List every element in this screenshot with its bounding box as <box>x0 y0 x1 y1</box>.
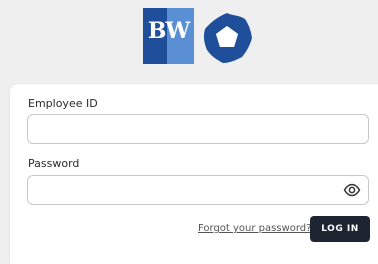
password-label: Password <box>28 157 80 170</box>
login-button[interactable]: LOG IN <box>310 216 370 242</box>
eye-icon[interactable] <box>343 181 361 199</box>
employee-id-label: Employee ID <box>28 97 98 110</box>
employee-id-field[interactable] <box>27 114 369 144</box>
password-field[interactable] <box>27 175 369 205</box>
logo-bw-block: BW <box>143 8 194 64</box>
forgot-password-link[interactable]: Forgot your password? <box>198 223 311 234</box>
logo-mark-icon <box>203 13 252 63</box>
company-logo: BW <box>143 8 258 68</box>
logo-text: BW <box>147 18 190 44</box>
